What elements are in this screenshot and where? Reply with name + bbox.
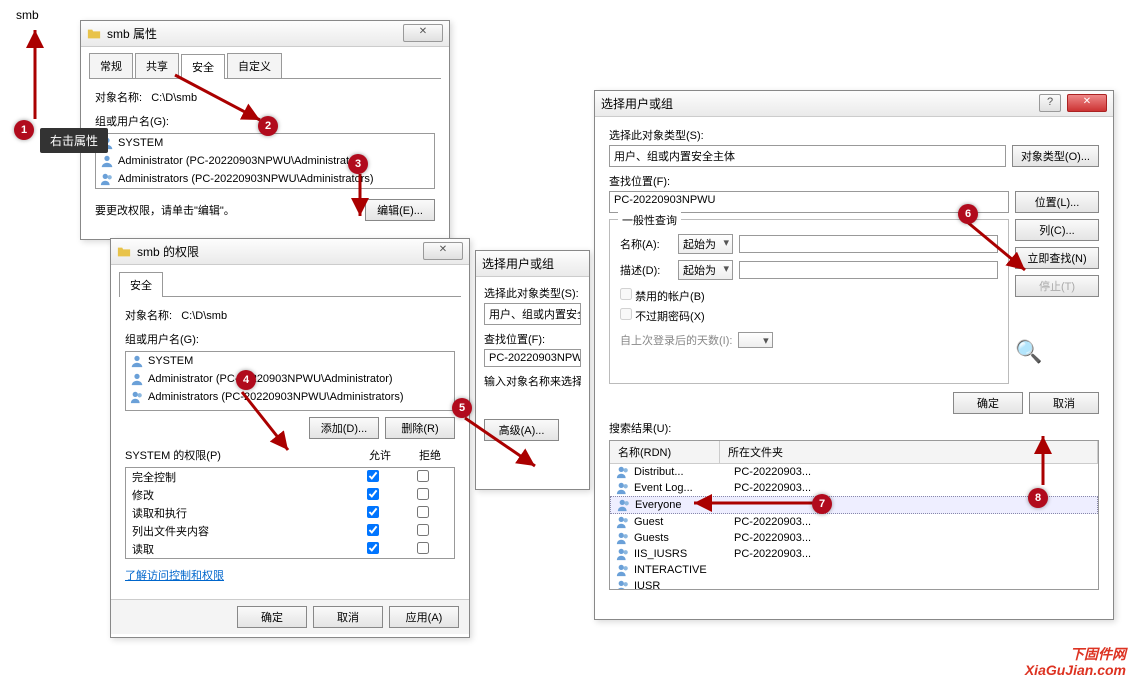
- close-icon[interactable]: ✕: [1067, 94, 1107, 112]
- loc-label: 查找位置(F):: [484, 331, 581, 347]
- type-value: 用户、组或内置安全...: [484, 303, 581, 325]
- deny-checkbox[interactable]: [417, 506, 429, 518]
- perm-row: 读取: [126, 540, 454, 558]
- type-value: 用户、组或内置安全主体: [609, 145, 1006, 167]
- result-row[interactable]: GuestPC-20220903...: [610, 514, 1098, 530]
- name-label: 名称(A):: [620, 236, 672, 252]
- object-name-value: C:\D\smb: [181, 310, 227, 322]
- cancel-button[interactable]: 取消: [313, 606, 383, 628]
- groups-label: 组或用户名(G):: [125, 331, 455, 347]
- arrow-icon: [830, 210, 1030, 280]
- result-row[interactable]: GuestsPC-20220903...: [610, 530, 1098, 546]
- common-query-legend: 一般性查询: [618, 212, 681, 228]
- allow-checkbox[interactable]: [367, 488, 379, 500]
- allow-column: 允许: [355, 447, 405, 463]
- deny-checkbox[interactable]: [417, 524, 429, 536]
- select-users-window: 选择用户或组 ? ✕ 选择此对象类型(S): 用户、组或内置安全主体 对象类型(…: [594, 90, 1114, 620]
- desc-mode-select[interactable]: 起始为: [678, 260, 733, 280]
- tab-security[interactable]: 安全: [119, 272, 163, 297]
- cancel-button[interactable]: 取消: [1029, 392, 1099, 414]
- result-row[interactable]: INTERACTIVE: [610, 562, 1098, 578]
- disabled-checkbox[interactable]: 禁用的帐户(B): [620, 291, 705, 303]
- allow-checkbox[interactable]: [367, 542, 379, 554]
- close-icon[interactable]: ✕: [403, 24, 443, 42]
- step-marker: 5: [452, 398, 472, 418]
- folder-label: smb: [16, 8, 39, 22]
- step-marker: 6: [958, 204, 978, 224]
- perm-row: 列出文件夹内容: [126, 522, 454, 540]
- remove-button[interactable]: 删除(R): [385, 417, 455, 439]
- step-marker: 8: [1028, 488, 1048, 508]
- learn-link[interactable]: 了解访问控制和权限: [125, 570, 224, 582]
- arrow-icon: [460, 416, 550, 476]
- titlebar[interactable]: 选择用户或组 ? ✕: [595, 91, 1113, 117]
- loc-value: PC-20220903NPWU: [484, 349, 581, 367]
- permissions-table: 完全控制 修改 读取和执行 列出文件夹内容 读取: [125, 467, 455, 559]
- arrow-icon: [170, 70, 270, 130]
- folder-smb[interactable]: smb: [12, 8, 39, 22]
- tab-general[interactable]: 常规: [89, 53, 133, 78]
- ok-button[interactable]: 确定: [237, 606, 307, 628]
- step-marker: 1: [14, 120, 34, 140]
- ok-button[interactable]: 确定: [953, 392, 1023, 414]
- edit-hint: 要更改权限，请单击"编辑"。: [95, 202, 235, 218]
- result-row[interactable]: IUSR: [610, 578, 1098, 590]
- list-item: SYSTEM: [96, 134, 434, 152]
- titlebar[interactable]: smb 属性 ✕: [81, 21, 449, 47]
- deny-checkbox[interactable]: [417, 542, 429, 554]
- desc-label: 描述(D):: [620, 262, 672, 278]
- result-row[interactable]: IIS_IUSRSPC-20220903...: [610, 546, 1098, 562]
- deny-checkbox[interactable]: [417, 470, 429, 482]
- lastlogin-label: 自上次登录后的天数(I):: [620, 332, 732, 348]
- step-marker: 3: [348, 154, 368, 174]
- deny-column: 拒绝: [405, 447, 455, 463]
- help-icon[interactable]: ?: [1039, 94, 1061, 112]
- step-marker: 2: [258, 116, 278, 136]
- perm-row: 完全控制: [126, 468, 454, 486]
- window-title: 选择用户或组: [482, 255, 554, 272]
- lastlogin-select: [738, 332, 772, 348]
- tooltip-rightclick: 右击属性: [40, 128, 108, 153]
- type-label: 选择此对象类型(S):: [484, 285, 581, 301]
- close-icon[interactable]: ✕: [423, 242, 463, 260]
- allow-checkbox[interactable]: [367, 470, 379, 482]
- window-title: smb 的权限: [137, 243, 199, 260]
- perm-row: 修改: [126, 486, 454, 504]
- list-item: SYSTEM: [126, 352, 454, 370]
- list-item: Administrator (PC-20220903NPWU\Administr…: [96, 152, 434, 170]
- object-types-button[interactable]: 对象类型(O)...: [1012, 145, 1099, 167]
- titlebar[interactable]: smb 的权限 ✕: [111, 239, 469, 265]
- loc-label: 查找位置(F):: [609, 173, 1099, 189]
- window-title: smb 属性: [107, 25, 157, 42]
- object-name-label: 对象名称:: [95, 89, 142, 105]
- tabs: 安全: [119, 271, 461, 297]
- list-item: Administrators (PC-20220903NPWU\Administ…: [96, 170, 434, 188]
- user-list[interactable]: SYSTEM Administrator (PC-20220903NPWU\Ad…: [95, 133, 435, 189]
- deny-checkbox[interactable]: [417, 488, 429, 500]
- arrow-icon: [350, 172, 380, 222]
- watermark: 下固件网 XiaGuJian.com: [1025, 647, 1126, 678]
- arrow-icon: [198, 390, 298, 460]
- apply-button[interactable]: 应用(A): [389, 606, 459, 628]
- name-mode-select[interactable]: 起始为: [678, 234, 733, 254]
- arrow-icon: [20, 24, 50, 124]
- noexpire-checkbox[interactable]: 不过期密码(X): [620, 311, 705, 323]
- allow-checkbox[interactable]: [367, 506, 379, 518]
- step-marker: 7: [812, 494, 832, 514]
- search-icon: 🔍: [1015, 339, 1099, 365]
- result-row[interactable]: Everyone: [610, 496, 1098, 514]
- add-button[interactable]: 添加(D)...: [309, 417, 379, 439]
- arrow-icon: [1025, 430, 1065, 490]
- list-item: Administrator (PC-20220903NPWU\Administr…: [126, 370, 454, 388]
- object-name-label: 对象名称:: [125, 307, 172, 323]
- col-name[interactable]: 名称(RDN): [610, 441, 720, 463]
- window-title: 选择用户或组: [601, 95, 673, 112]
- name-label: 输入对象名称来选择: [484, 373, 581, 389]
- titlebar[interactable]: 选择用户或组: [476, 251, 589, 277]
- type-label: 选择此对象类型(S):: [609, 127, 1099, 143]
- perm-row: 读取和执行: [126, 504, 454, 522]
- step-marker: 4: [236, 370, 256, 390]
- allow-checkbox[interactable]: [367, 524, 379, 536]
